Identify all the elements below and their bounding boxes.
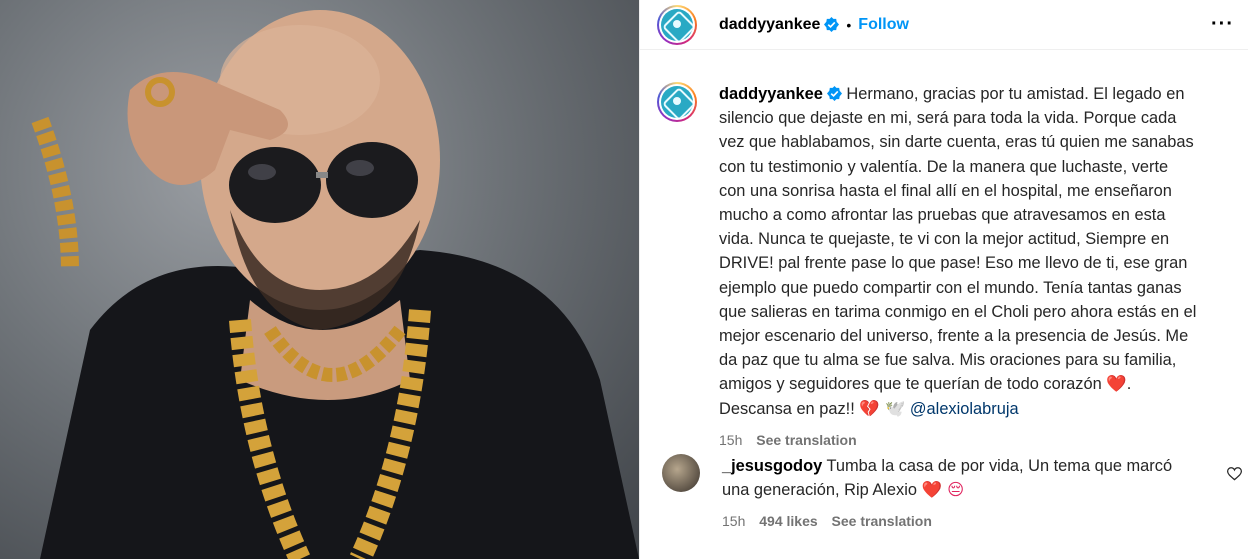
follow-button[interactable]: Follow — [858, 16, 909, 34]
caption-heart-emoji: ❤️ — [1106, 374, 1127, 394]
more-options-icon[interactable]: ··· — [1211, 13, 1234, 36]
comment-likes[interactable]: 494 likes — [759, 513, 817, 529]
caption-text: Hermano, gracias por tu amistad. El lega… — [719, 85, 1197, 394]
separator-dot: • — [846, 16, 852, 33]
comment-meta: 15h 494 likes See translation — [722, 509, 1202, 533]
post-header: daddyyankee • Follow ··· — [640, 0, 1248, 50]
heart-icon[interactable] — [1227, 467, 1242, 481]
comment-item: _jesusgodoy Tumba la casa de por vida, U… — [662, 454, 1242, 534]
verified-badge-icon — [826, 86, 842, 101]
post-photo-illustration — [31, 10, 639, 559]
caption-username[interactable]: daddyyankee — [719, 85, 823, 103]
comment-timestamp: 15h — [722, 513, 746, 530]
caption-author-avatar[interactable] — [657, 82, 697, 122]
comment-emojis: ❤️ 😔 — [921, 480, 965, 500]
caption-emojis: 💔 🕊️ — [859, 398, 906, 418]
author-username[interactable]: daddyyankee — [719, 16, 820, 34]
verified-badge-icon — [824, 17, 840, 32]
caption-body: daddyyankee Hermano, gracias por tu amis… — [719, 82, 1199, 452]
mention-link[interactable]: @alexiolabruja — [910, 400, 1019, 418]
caption-see-translation[interactable]: See translation — [756, 432, 856, 448]
comment-body: _jesusgodoy Tumba la casa de por vida, U… — [722, 454, 1202, 534]
post-image[interactable] — [0, 0, 639, 559]
post-caption: daddyyankee Hermano, gracias por tu amis… — [657, 82, 1237, 452]
post-details-panel: daddyyankee • Follow ··· daddyyankee Her… — [639, 0, 1248, 559]
commenter-username[interactable]: _jesusgodoy — [722, 457, 822, 475]
commenter-avatar[interactable] — [662, 454, 700, 492]
caption-meta: 15h See translation — [719, 428, 1199, 452]
comment-see-translation[interactable]: See translation — [832, 513, 932, 529]
caption-timestamp: 15h — [719, 431, 743, 448]
author-avatar[interactable] — [657, 4, 697, 45]
